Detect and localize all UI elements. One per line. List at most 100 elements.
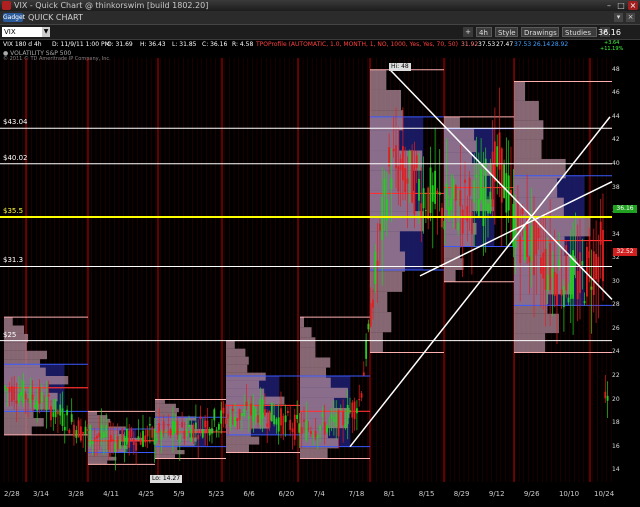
candle-body (24, 393, 27, 400)
x-tick-label: 8/15 (418, 490, 435, 498)
candle-body (224, 418, 227, 424)
candle-body (112, 439, 114, 441)
candle-body (227, 413, 229, 419)
candle-body (390, 178, 393, 189)
candle-body (199, 416, 202, 419)
candle-body (477, 199, 480, 218)
candle-body (84, 426, 87, 435)
x-tick-label: 6/6 (243, 490, 255, 498)
candle-body (167, 424, 170, 427)
candle-body (443, 220, 446, 230)
candle-body (540, 257, 542, 274)
candle-body (514, 219, 517, 249)
tpo-profile-row (155, 399, 165, 404)
candle-body (43, 408, 45, 410)
candle-body (500, 148, 503, 203)
candle-body (592, 251, 595, 296)
candle-body (89, 425, 91, 447)
candle-body (454, 185, 457, 201)
x-tick-label: 7/4 (313, 490, 325, 498)
candle-body (126, 428, 128, 445)
candle-body (323, 421, 326, 435)
candle-body (160, 431, 163, 440)
candle-body (586, 246, 588, 297)
price-badge: 36.16 (613, 205, 637, 214)
candle-body (413, 163, 416, 215)
candle-body (215, 429, 218, 432)
candle-body (220, 410, 223, 424)
candle-body (427, 187, 430, 220)
candle-body (438, 192, 441, 196)
candle-body (576, 270, 579, 300)
candle-body (358, 399, 361, 401)
candle-body (29, 386, 32, 404)
candle-body (234, 416, 236, 427)
candle-body (333, 417, 335, 423)
tpo-profile-row (88, 411, 98, 416)
tpo-profile-row (300, 317, 304, 328)
candle-body (282, 415, 285, 435)
candle-body (172, 420, 174, 436)
candle-body (243, 408, 246, 417)
candle-body (362, 372, 365, 376)
candle-body (73, 424, 75, 437)
candle-body (185, 428, 188, 437)
tpo-profile-row (88, 452, 110, 457)
level-label: $43.04 (3, 118, 28, 127)
candle-body (535, 220, 538, 255)
candle-body (468, 177, 471, 196)
tpo-profile-row (300, 377, 331, 388)
tpo-profile-row (370, 69, 387, 90)
tpo-profile-row (155, 412, 177, 417)
candle-body (300, 427, 303, 435)
candle-body (305, 420, 308, 441)
candle-body (238, 409, 241, 420)
candle-body (344, 424, 347, 428)
x-tick-label: 4/11 (103, 490, 119, 498)
candle-body (208, 429, 211, 436)
candle-body (107, 440, 110, 450)
candle-body (241, 413, 243, 417)
tpo-profile-row (155, 424, 194, 429)
tpo-profile-row (300, 397, 335, 408)
tpo-profile-row (514, 294, 548, 314)
candle-body (505, 173, 508, 213)
tpo-profile-row (300, 357, 331, 368)
candle-body (314, 430, 317, 438)
tpo-profile-row (226, 380, 260, 389)
candle-body (45, 397, 48, 411)
tpo-profile-row (370, 332, 383, 353)
candle-body (144, 435, 147, 443)
candle-body (503, 164, 505, 198)
candle-body (337, 410, 340, 437)
candle-body (303, 419, 305, 422)
candle-body (544, 248, 547, 290)
tpo-profile-row (514, 313, 559, 334)
price-chart[interactable] (0, 0, 640, 507)
candle-body (98, 432, 101, 437)
candle-body (542, 252, 545, 279)
candle-body (204, 420, 206, 428)
candle-body (22, 381, 25, 403)
tpo-profile-row (4, 418, 44, 427)
candle-body (588, 251, 591, 259)
y-tick-label: 46 (612, 89, 620, 97)
candle-body (379, 223, 381, 231)
tpo-profile-row (300, 337, 316, 348)
candle-body (581, 261, 584, 266)
candle-body (93, 437, 96, 440)
candle-body (100, 425, 103, 439)
y-tick-label: 22 (612, 372, 620, 379)
candle-body (523, 230, 526, 260)
x-tick-label: 8/1 (383, 490, 395, 498)
tpo-profile-row (226, 388, 265, 397)
candle-body (546, 274, 549, 292)
candle-body (383, 178, 386, 196)
candle-body (188, 424, 190, 427)
candle-body (537, 228, 540, 239)
candle-body (436, 190, 439, 194)
y-tick-label: 28 (612, 301, 620, 309)
candle-body (151, 427, 154, 438)
x-tick-label: 5/9 (173, 490, 185, 498)
candle-body (222, 407, 225, 414)
